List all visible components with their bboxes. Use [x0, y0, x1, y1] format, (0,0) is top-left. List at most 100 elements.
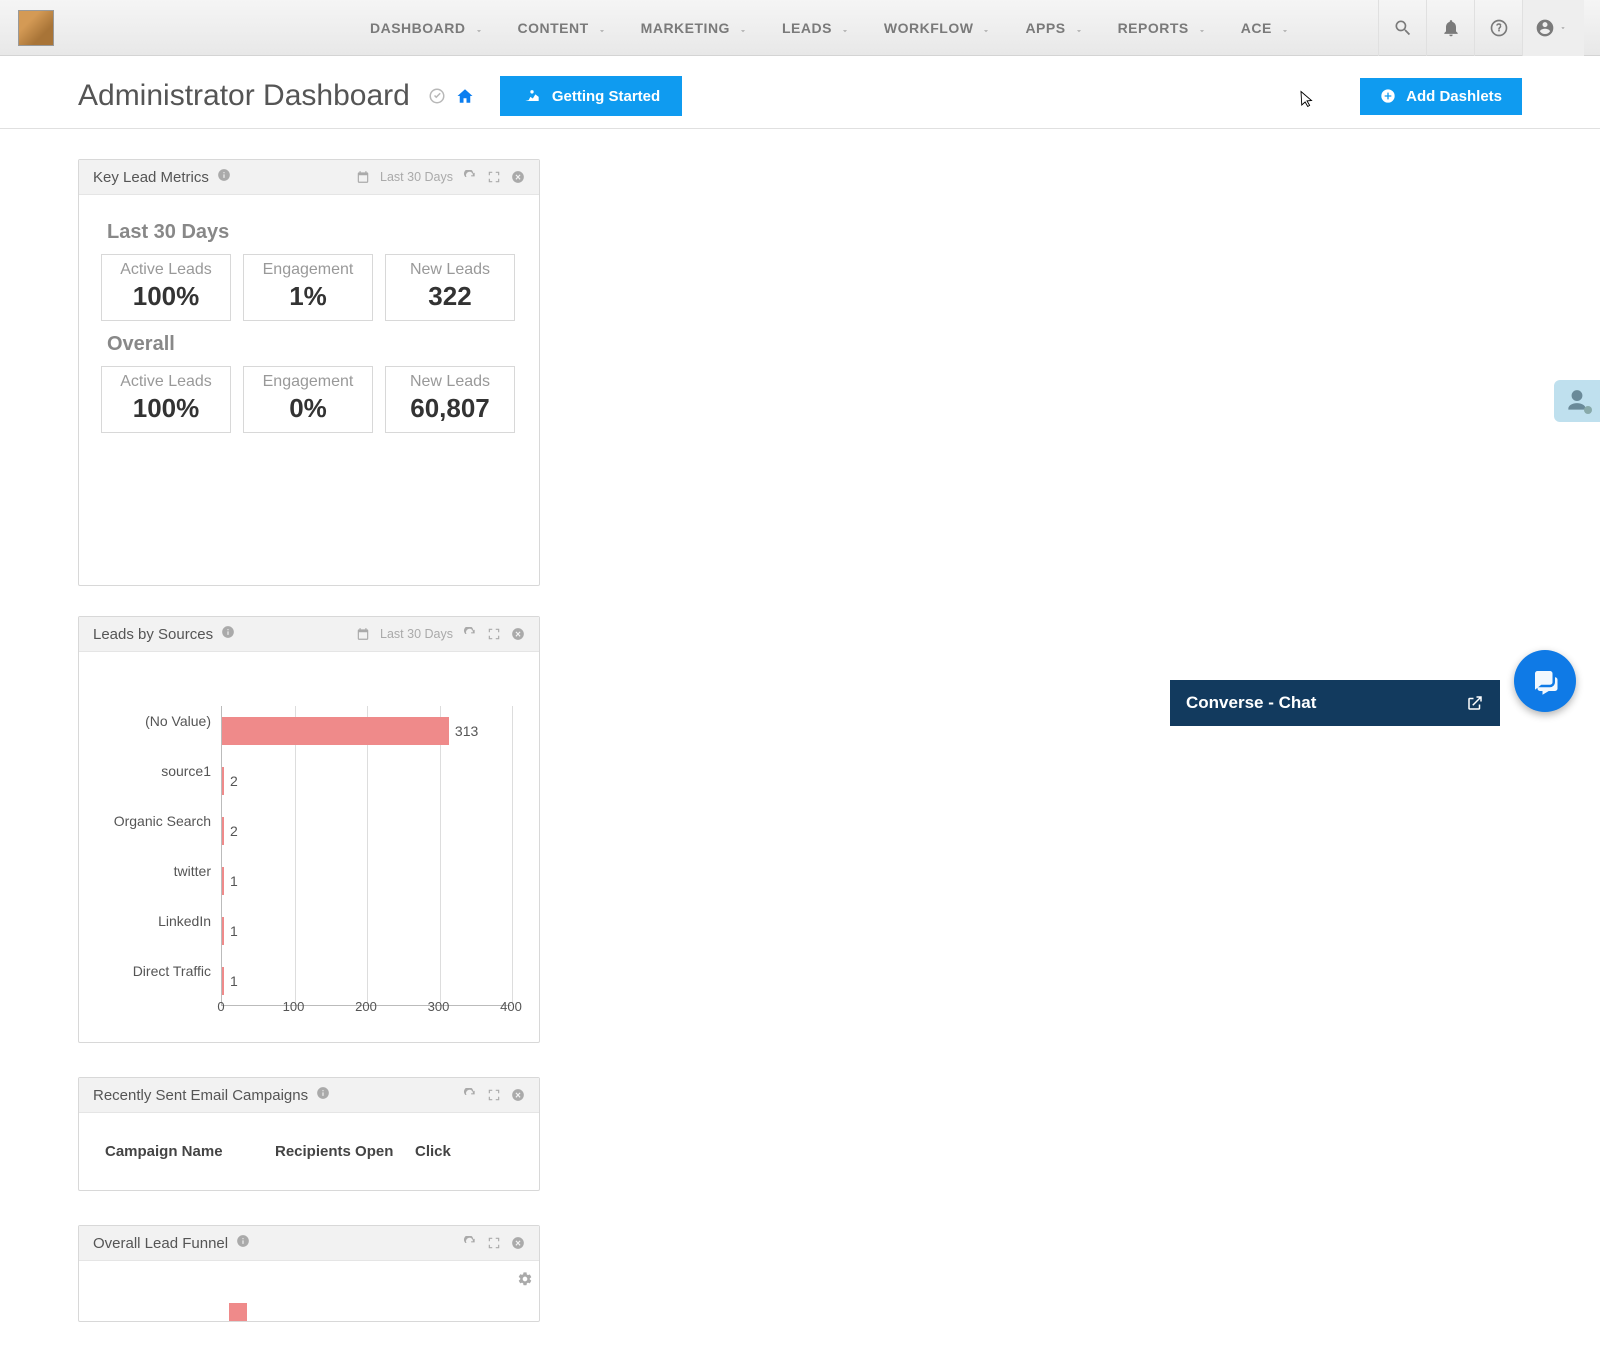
getting-started-button[interactable]: Getting Started	[500, 76, 682, 116]
nav-label: WORKFLOW	[884, 20, 974, 36]
bar-value: 2	[230, 773, 238, 789]
gear-icon[interactable]	[517, 1271, 533, 1292]
y-tick-label: twitter	[101, 846, 221, 896]
period-label: Last 30 Days	[380, 170, 453, 184]
bar-value: 1	[230, 873, 238, 889]
help-icon[interactable]	[1474, 0, 1522, 56]
section-title-overall: Overall	[107, 333, 517, 356]
search-icon[interactable]	[1378, 0, 1426, 56]
nav-item-content[interactable]: CONTENT	[504, 12, 621, 44]
chevron-down-icon	[981, 23, 991, 33]
metric-box: New Leads322	[385, 254, 515, 321]
metric-value: 1%	[248, 281, 368, 312]
nav-item-apps[interactable]: APPS	[1011, 12, 1097, 44]
bar-chart: (No Value)source1Organic SearchtwitterLi…	[101, 672, 517, 1012]
nav-label: REPORTS	[1118, 20, 1189, 36]
nav-item-dashboard[interactable]: DASHBOARD	[356, 12, 498, 44]
nav-item-leads[interactable]: LEADS	[768, 12, 864, 44]
dashlet-title: Recently Sent Email Campaigns	[93, 1087, 308, 1104]
calendar-icon[interactable]	[356, 627, 370, 641]
nav-label: CONTENT	[518, 20, 589, 36]
info-icon[interactable]	[316, 1086, 330, 1104]
close-icon[interactable]	[511, 1236, 525, 1250]
notifications-icon[interactable]	[1426, 0, 1474, 56]
metric-value: 322	[390, 281, 510, 312]
chevron-down-icon	[738, 23, 748, 33]
refresh-icon[interactable]	[463, 627, 477, 641]
section-title-last30: Last 30 Days	[107, 221, 517, 244]
dashlet-title: Leads by Sources	[93, 626, 213, 643]
nav-item-workflow[interactable]: WORKFLOW	[870, 12, 1006, 44]
nav-label: ACE	[1241, 20, 1272, 36]
nav-label: MARKETING	[641, 20, 730, 36]
side-person-tab[interactable]	[1554, 380, 1600, 422]
dashlet-lead-funnel: Overall Lead Funnel	[78, 1225, 540, 1322]
info-icon[interactable]	[236, 1234, 250, 1252]
page-header: Administrator Dashboard Getting Started …	[0, 56, 1600, 129]
dashlet-recent-campaigns: Recently Sent Email Campaigns Campaign N…	[78, 1077, 540, 1191]
dashlet-title: Overall Lead Funnel	[93, 1235, 228, 1252]
metric-box: Active Leads100%	[101, 254, 231, 321]
chat-icon	[1530, 666, 1560, 696]
info-icon[interactable]	[221, 625, 235, 643]
chevron-down-icon	[1280, 23, 1290, 33]
open-in-new-icon[interactable]	[1466, 694, 1484, 712]
metric-value: 100%	[106, 281, 226, 312]
nav-items: DASHBOARD CONTENT MARKETING LEADS WORKFLOW AP…	[356, 12, 1304, 44]
run-icon	[522, 86, 542, 106]
x-tick-label: 100	[283, 999, 305, 1014]
period-label: Last 30 Days	[380, 627, 453, 641]
expand-icon[interactable]	[487, 170, 501, 184]
close-icon[interactable]	[511, 627, 525, 641]
chevron-down-icon	[840, 23, 850, 33]
bar	[222, 717, 449, 745]
close-icon[interactable]	[511, 1088, 525, 1102]
home-icon[interactable]	[454, 85, 476, 107]
chat-fab[interactable]	[1514, 650, 1576, 712]
dashlet-key-lead-metrics: Key Lead Metrics Last 30 Days Last 30 Da…	[78, 159, 540, 586]
col-recipients-open: Recipients Open	[275, 1143, 395, 1160]
nav-label: LEADS	[782, 20, 832, 36]
expand-icon[interactable]	[487, 627, 501, 641]
nav-item-marketing[interactable]: MARKETING	[627, 12, 762, 44]
y-tick-label: Direct Traffic	[101, 946, 221, 996]
metric-value: 60,807	[390, 393, 510, 424]
y-tick-label: Organic Search	[101, 796, 221, 846]
close-icon[interactable]	[511, 170, 525, 184]
brand-logo[interactable]	[16, 8, 56, 48]
nav-label: DASHBOARD	[370, 20, 466, 36]
col-click: Click	[415, 1143, 475, 1160]
x-tick-label: 400	[500, 999, 522, 1014]
chat-bar[interactable]: Converse - Chat	[1170, 680, 1500, 726]
refresh-icon[interactable]	[463, 170, 477, 184]
expand-icon[interactable]	[487, 1236, 501, 1250]
expand-icon[interactable]	[487, 1088, 501, 1102]
y-tick-label: source1	[101, 746, 221, 796]
page-title: Administrator Dashboard	[78, 79, 410, 113]
bar	[222, 767, 224, 795]
refresh-icon[interactable]	[463, 1088, 477, 1102]
add-dashlets-button[interactable]: Add Dashlets	[1360, 78, 1522, 115]
calendar-icon[interactable]	[356, 170, 370, 184]
top-navbar: DASHBOARD CONTENT MARKETING LEADS WORKFLOW AP…	[0, 0, 1600, 56]
metric-label: Active Leads	[106, 373, 226, 391]
nav-item-reports[interactable]: REPORTS	[1104, 12, 1221, 44]
y-tick-label: LinkedIn	[101, 896, 221, 946]
y-tick-label: (No Value)	[101, 696, 221, 746]
metric-value: 0%	[248, 393, 368, 424]
table-header: Campaign Name Recipients Open Click	[101, 1133, 517, 1170]
metric-box: Engagement1%	[243, 254, 373, 321]
nav-item-ace[interactable]: ACE	[1227, 12, 1304, 44]
x-tick-label: 300	[428, 999, 450, 1014]
profile-menu[interactable]	[1522, 0, 1584, 56]
bar	[222, 917, 224, 945]
info-icon[interactable]	[217, 168, 231, 186]
metric-box: Engagement0%	[243, 366, 373, 433]
check-circle-icon[interactable]	[426, 85, 448, 107]
metric-value: 100%	[106, 393, 226, 424]
refresh-icon[interactable]	[463, 1236, 477, 1250]
bar	[222, 867, 224, 895]
bar-value: 1	[230, 923, 238, 939]
getting-started-label: Getting Started	[552, 88, 660, 105]
dashlet-title: Key Lead Metrics	[93, 169, 209, 186]
